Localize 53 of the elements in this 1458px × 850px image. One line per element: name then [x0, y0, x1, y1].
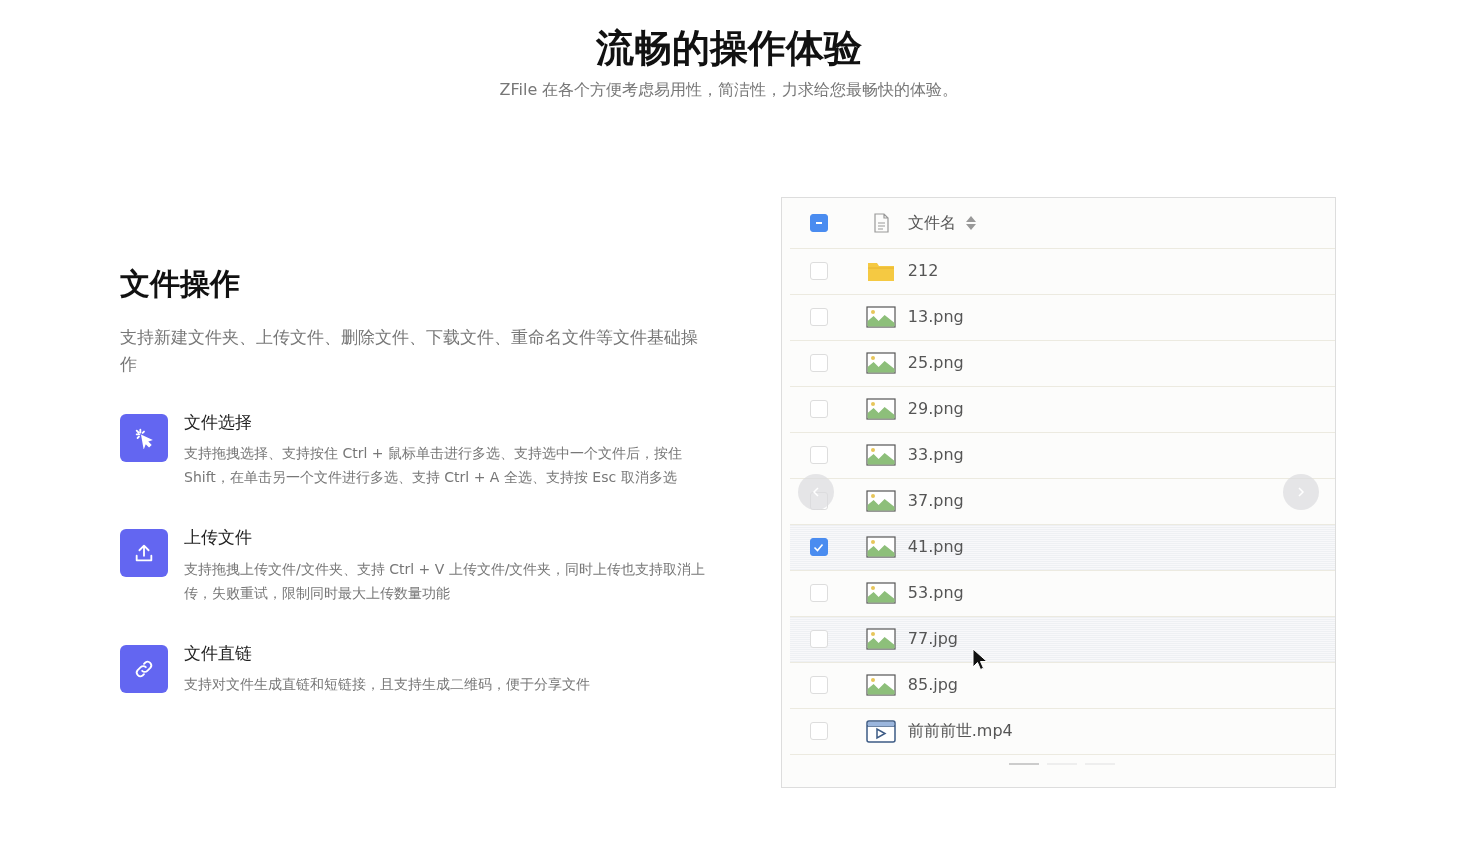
- cursor-icon: [971, 647, 988, 672]
- file-name: 85.jpg: [907, 674, 958, 697]
- file-row[interactable]: 前前前世.mp4: [789, 708, 1335, 755]
- feature-text: 支持拖拽选择、支持按住 Ctrl + 鼠标单击进行多选、支持选中一个文件后，按住 Shift，在单击另一个文件进行多选、支持 Ctrl + A 全选、支持按 Esc 取消多选: [184, 444, 683, 488]
- file-name: 37.png: [907, 490, 964, 513]
- image-icon: [865, 535, 896, 560]
- feature-text: 支持拖拽上传文件/文件夹、支持 Ctrl + V 上传文件/文件夹，同时上传也支持取消上传，失败重试，限制同时最大上传数量功能: [184, 559, 707, 603]
- file-name: 前前前世.mp4: [907, 720, 1013, 743]
- image-icon: [865, 673, 896, 698]
- feature-title: 上传文件: [184, 526, 253, 550]
- link-icon: [120, 644, 168, 693]
- name-column-header[interactable]: 文件名: [907, 210, 978, 235]
- video-file-icon: [865, 719, 896, 744]
- image-icon: [865, 489, 896, 514]
- file-name: 53.png: [907, 582, 964, 605]
- image-icon: [865, 627, 896, 652]
- feature-title: 文件选择: [184, 410, 253, 434]
- checkbox[interactable]: [809, 538, 828, 557]
- chevron-right-icon: [1295, 485, 1307, 498]
- file-row[interactable]: 41.png: [789, 524, 1335, 571]
- file-row[interactable]: 13.png: [789, 294, 1335, 341]
- section-subtitle: ZFile 在各个方便考虑易用性，简洁性，力求给您最畅快的体验。: [499, 78, 959, 101]
- feature-description: 支持新建文件夹、上传文件、删除文件、下载文件、重命名文件等文件基础操作: [120, 325, 699, 376]
- file-name: 77.jpg: [907, 628, 958, 651]
- file-row[interactable]: 85.jpg: [789, 662, 1335, 709]
- image-icon: [865, 351, 896, 376]
- file-name: 212: [907, 260, 939, 283]
- file-name: 13.png: [907, 306, 964, 329]
- previous-slide-overlay[interactable]: [797, 473, 834, 510]
- file-name: 41.png: [907, 536, 964, 559]
- carousel-indicator[interactable]: [1009, 762, 1040, 765]
- file-row[interactable]: 77.jpg: [789, 616, 1335, 663]
- file-row[interactable]: 53.png: [789, 570, 1335, 617]
- image-icon: [865, 305, 896, 330]
- file-row[interactable]: 33.png: [789, 432, 1335, 479]
- select-all-checkbox[interactable]: [809, 213, 828, 232]
- image-icon: [865, 581, 896, 606]
- next-slide-overlay[interactable]: [1283, 473, 1319, 510]
- image-icon: [865, 443, 896, 468]
- file-name: 29.png: [907, 398, 964, 421]
- cursor-click-icon: [120, 413, 168, 462]
- file-row[interactable]: 212: [789, 248, 1335, 295]
- file-name: 25.png: [907, 352, 964, 375]
- feature-title: 文件直链: [184, 641, 253, 665]
- image-icon: [865, 397, 896, 422]
- file-row[interactable]: 25.png: [789, 340, 1335, 387]
- file-row[interactable]: 29.png: [789, 386, 1335, 433]
- section-title: 流畅的操作体验: [595, 26, 863, 72]
- feature-text: 支持对文件生成直链和短链接，且支持生成二维码，便于分享文件: [184, 675, 590, 695]
- file-name: 33.png: [907, 444, 964, 467]
- upload-icon: [120, 529, 168, 578]
- feature-heading: 文件操作: [120, 264, 241, 303]
- check-icon: [813, 541, 825, 553]
